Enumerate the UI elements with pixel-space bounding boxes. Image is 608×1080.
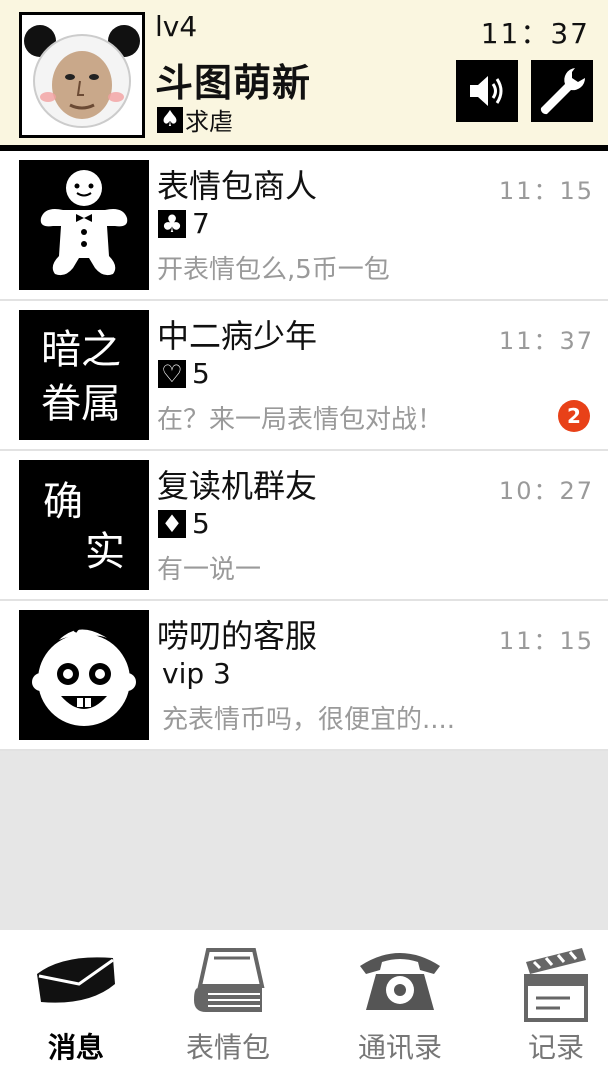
contact-name: 唠叨的客服 <box>157 617 318 655</box>
clock-time: 11：37 <box>480 17 590 50</box>
tab-contacts[interactable]: 通讯录 <box>324 930 476 1080</box>
vip-level: vip 3 <box>162 657 231 690</box>
user-status-text: 求虐 <box>185 108 233 136</box>
contact-name: 复读机群友 <box>157 467 318 505</box>
envelope-icon <box>37 957 115 1003</box>
user-level: lv4 <box>155 10 198 43</box>
message-time: 11：15 <box>498 177 594 205</box>
conversation-row[interactable]: 唠叨的客服 vip 3 充表情币吗，很便宜的.... 11：15 <box>0 601 608 751</box>
contact-level: ♡ 5 <box>158 357 210 390</box>
bottom-nav: 消息 表情包 通讯录 记录 <box>0 930 608 1080</box>
tab-label: 表情包 <box>185 1031 270 1064</box>
diamond-icon: ♦ <box>158 509 186 538</box>
last-message: 有一说一 <box>157 555 262 585</box>
contact-avatar <box>19 610 149 740</box>
level-value: 7 <box>192 207 210 240</box>
baby-face-icon <box>32 624 136 726</box>
speaker-icon <box>470 76 503 106</box>
conversation-row[interactable]: 暗之 眷属 中二病少年 ♡ 5 在？来一局表情包对战！ 11：37 2 <box>0 301 608 451</box>
avatar-text-line: 确 <box>43 479 83 525</box>
user-avatar[interactable] <box>19 12 145 138</box>
heart-icon: ♡ <box>158 359 186 388</box>
contact-avatar: 暗之 眷属 <box>19 310 149 440</box>
last-message: 充表情币吗，很便宜的.... <box>162 705 456 735</box>
message-time: 11：15 <box>498 627 594 655</box>
tab-stickers[interactable]: 表情包 <box>152 930 304 1080</box>
avatar-text-line: 暗之 <box>41 327 121 373</box>
last-message: 开表情包么,5币一包 <box>157 255 390 285</box>
clapperboard-icon <box>524 948 588 1022</box>
tab-label: 消息 <box>47 1031 104 1064</box>
tab-messages[interactable]: 消息 <box>0 930 152 1080</box>
contact-name: 表情包商人 <box>157 167 318 205</box>
message-time: 10：27 <box>498 477 594 505</box>
contact-level: ♣ 7 <box>158 207 210 240</box>
message-time: 11：37 <box>498 327 594 355</box>
club-icon: ♣ <box>158 209 186 238</box>
contact-name: 中二病少年 <box>157 317 318 355</box>
sound-button[interactable] <box>456 60 518 122</box>
gingerbread-icon <box>40 170 128 276</box>
conversation-list: 表情包商人 ♣ 7 开表情包么,5币一包 11：15 暗之 眷属 中二病少年 ♡… <box>0 151 608 751</box>
tab-label: 记录 <box>527 1031 584 1064</box>
conversation-row[interactable]: 确 实 复读机群友 ♦ 5 有一说一 10：27 <box>0 451 608 601</box>
contact-vip: vip 3 <box>162 657 231 690</box>
contact-avatar <box>19 160 149 290</box>
tab-records[interactable]: 记录 <box>480 930 608 1080</box>
last-message: 在？来一局表情包对战！ <box>157 405 444 435</box>
level-value: 5 <box>192 357 210 390</box>
conversation-row[interactable]: 表情包商人 ♣ 7 开表情包么,5币一包 11：15 <box>0 151 608 301</box>
avatar-text-line: 实 <box>85 529 125 575</box>
user-name: 斗图萌新 <box>155 61 312 105</box>
unread-badge: 2 <box>558 400 590 432</box>
telephone-icon <box>360 953 440 1010</box>
profile-header: lv4 斗图萌新 ♠ 求虐 11：37 <box>0 0 608 151</box>
tab-label: 通讯录 <box>357 1031 442 1064</box>
contact-avatar: 确 实 <box>19 460 149 590</box>
contact-level: ♦ 5 <box>158 507 210 540</box>
user-status: ♠ 求虐 <box>157 102 233 137</box>
settings-button[interactable] <box>531 60 593 122</box>
book-stack-icon <box>194 948 265 1012</box>
avatar-text-line: 眷属 <box>41 381 121 427</box>
level-value: 5 <box>192 507 210 540</box>
wrench-icon <box>540 68 586 115</box>
spade-icon: ♠ <box>157 106 183 133</box>
